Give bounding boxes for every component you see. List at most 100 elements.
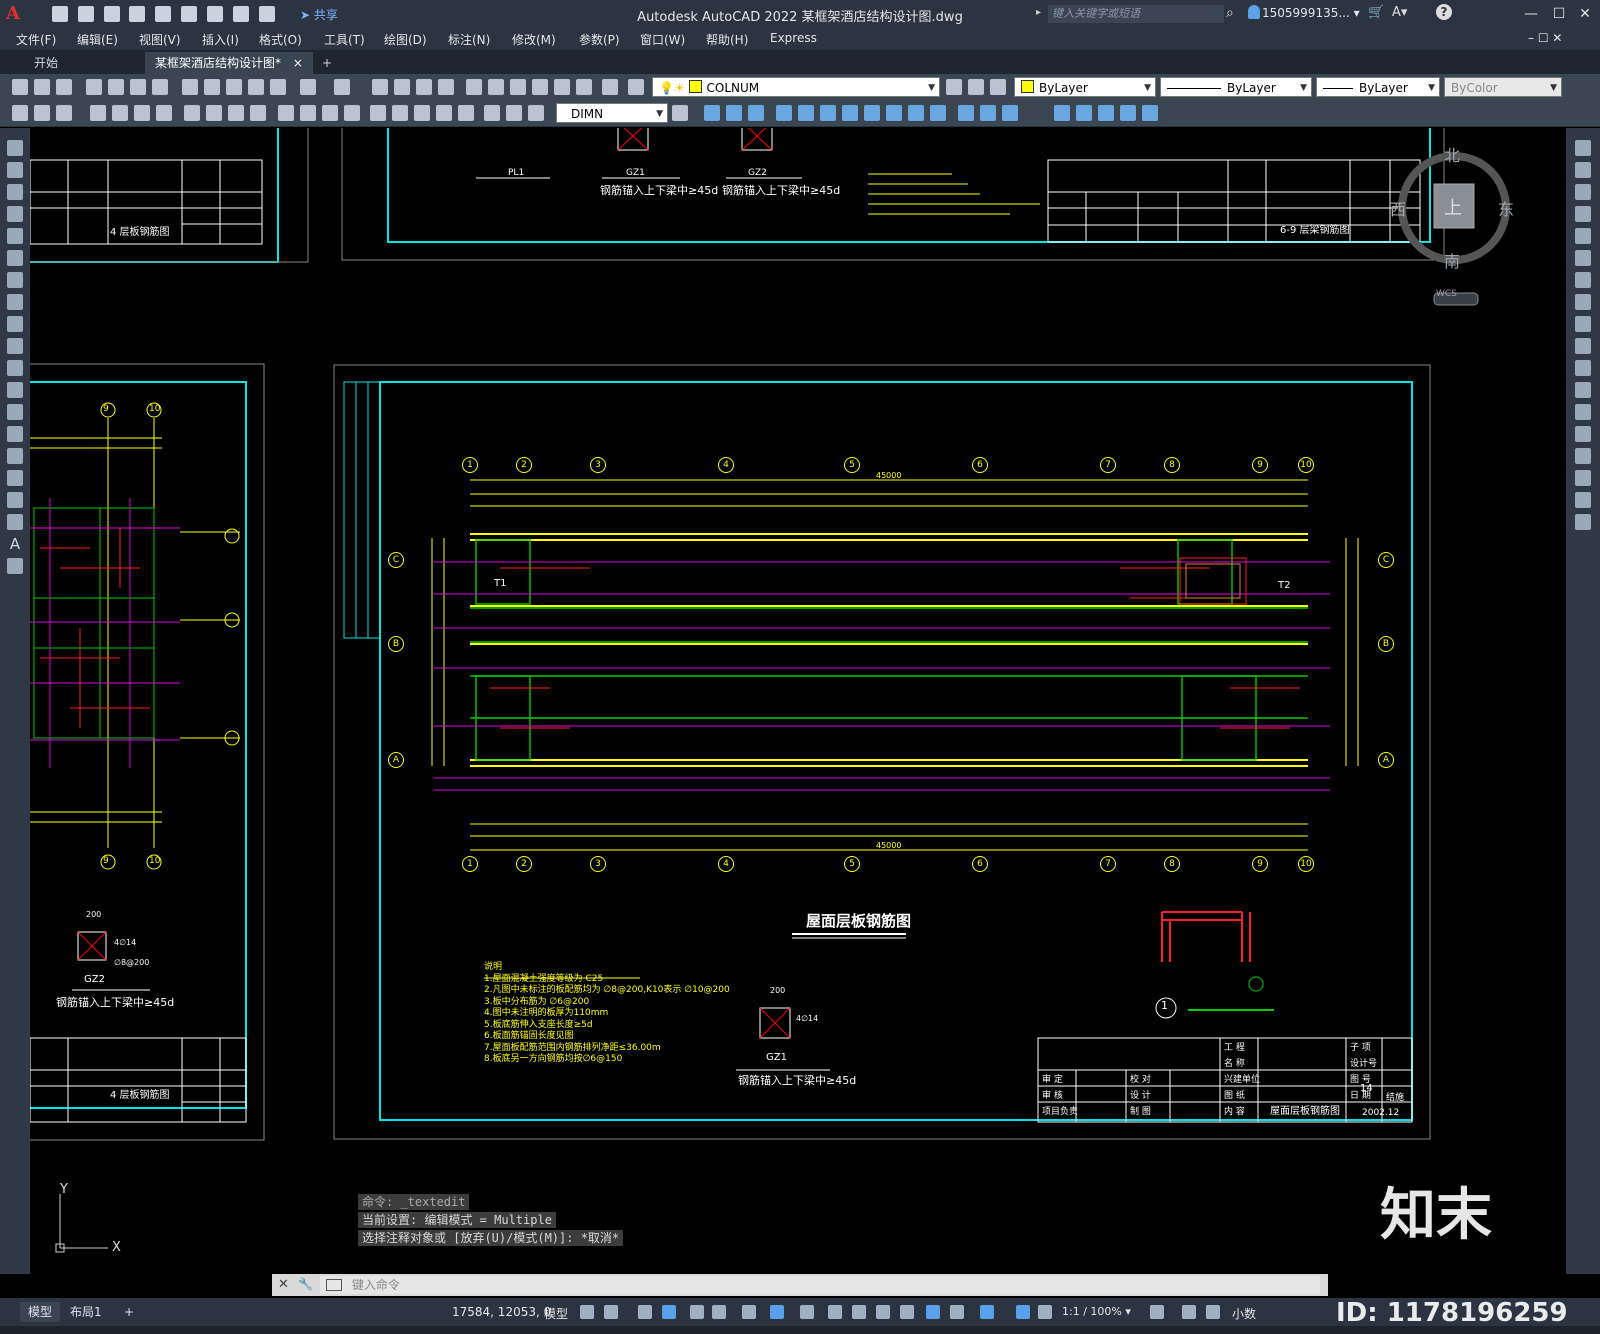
user-icon[interactable] <box>1248 5 1260 19</box>
explode-icon[interactable] <box>1575 514 1591 530</box>
dim-style-manager-icon[interactable] <box>672 105 688 121</box>
grid-icon[interactable] <box>580 1305 594 1319</box>
redo-icon[interactable] <box>334 79 350 95</box>
menu-parametric[interactable]: 参数(P) <box>579 31 620 48</box>
ortho-icon[interactable] <box>690 1305 704 1319</box>
menu-edit[interactable]: 编辑(E) <box>77 31 118 48</box>
annotation-scale[interactable]: 1:1 / 100% ▾ <box>1062 1305 1131 1318</box>
model-space-button[interactable]: 模型 <box>544 1305 568 1322</box>
dynamic-input-icon[interactable] <box>662 1305 676 1319</box>
properties-icon[interactable] <box>466 79 482 95</box>
zoom-previous-icon[interactable] <box>438 79 454 95</box>
line-icon[interactable] <box>7 140 23 156</box>
preview-icon[interactable] <box>108 79 124 95</box>
stretch-icon[interactable] <box>1575 316 1591 332</box>
menu-draw[interactable]: 绘图(D) <box>384 31 427 48</box>
annotation-visibility-icon[interactable] <box>1016 1305 1030 1319</box>
cut-icon[interactable] <box>182 79 198 95</box>
rotate-icon[interactable] <box>776 105 792 121</box>
command-input[interactable]: 键入命令 <box>320 1276 1320 1294</box>
jogged-linear-icon[interactable] <box>458 105 474 121</box>
menu-tools[interactable]: 工具(T) <box>324 31 365 48</box>
customize-icon[interactable]: 🔧 <box>298 1277 313 1291</box>
infer-constraints-icon[interactable] <box>638 1305 652 1319</box>
point-icon[interactable] <box>7 426 23 442</box>
hatch-icon[interactable] <box>56 105 72 121</box>
help-icon[interactable]: ? <box>1436 4 1452 20</box>
scale-icon[interactable] <box>1575 294 1591 310</box>
autoscale-icon[interactable] <box>1038 1305 1052 1319</box>
viewcube-top-face[interactable]: 上 <box>1444 194 1462 220</box>
plotstyle-dropdown[interactable]: ByColor ▼ <box>1444 77 1562 97</box>
3d-print-icon[interactable] <box>152 79 168 95</box>
cart-icon[interactable]: 🛒 <box>1368 5 1384 20</box>
dim-ordinate-icon[interactable] <box>156 105 172 121</box>
drawing-canvas[interactable]: 屋面层板钢筋图 4 层板钢筋图 4 层板钢筋图 6-9 层梁钢筋图 屋面层板钢筋… <box>30 128 1566 1274</box>
extend-icon[interactable] <box>886 105 902 121</box>
dim-jogged-icon[interactable] <box>206 105 222 121</box>
dim-text-edit-icon[interactable] <box>506 105 522 121</box>
region-icon[interactable] <box>7 492 23 508</box>
dynamic-ucs-icon[interactable] <box>926 1305 940 1319</box>
wcs-menu[interactable]: WCS <box>1436 289 1457 299</box>
workspace-gear-icon[interactable] <box>1150 1305 1164 1319</box>
calculator-icon[interactable] <box>576 79 592 95</box>
mirror-icon[interactable] <box>798 105 814 121</box>
polar-icon[interactable] <box>712 1305 726 1319</box>
construction-line-icon[interactable] <box>7 162 23 178</box>
menu-format[interactable]: 格式(O) <box>259 31 302 48</box>
erase-icon[interactable] <box>1076 105 1092 121</box>
isodraft-icon[interactable] <box>742 1305 756 1319</box>
polygon-icon[interactable] <box>7 206 23 222</box>
transparency-icon[interactable] <box>852 1305 866 1319</box>
circle-icon[interactable] <box>7 272 23 288</box>
snap-icon[interactable] <box>604 1305 618 1319</box>
dim-linear-icon[interactable] <box>90 105 106 121</box>
erase-icon[interactable] <box>1575 140 1591 156</box>
qnew-icon[interactable] <box>12 79 28 95</box>
dim-aligned-icon[interactable] <box>112 105 128 121</box>
mtext-icon[interactable]: A <box>7 536 23 552</box>
break-at-point-icon[interactable] <box>1575 382 1591 398</box>
sheet-set-icon[interactable] <box>532 79 548 95</box>
rotate-icon[interactable] <box>1575 272 1591 288</box>
copy-object-icon[interactable] <box>726 105 742 121</box>
open-icon[interactable] <box>34 79 50 95</box>
fillet-icon[interactable] <box>930 105 946 121</box>
help-icon[interactable] <box>602 79 618 95</box>
mirror-icon[interactable] <box>1575 184 1591 200</box>
dim-continue-icon[interactable] <box>322 105 338 121</box>
table-icon[interactable] <box>7 514 23 530</box>
extend-icon[interactable] <box>1575 360 1591 376</box>
3d-osnap-icon[interactable] <box>900 1305 914 1319</box>
selection-filter-icon[interactable] <box>950 1305 964 1319</box>
maximize-icon[interactable]: ☐ <box>1546 4 1572 24</box>
menu-file[interactable]: 文件(F) <box>16 31 56 48</box>
menu-express[interactable]: Express <box>770 31 817 45</box>
pan-icon[interactable] <box>372 79 388 95</box>
dimstyle-dropdown[interactable]: DIMN ▼ <box>556 103 668 123</box>
ellipse-icon[interactable] <box>7 338 23 354</box>
add-layout-button[interactable]: + <box>116 1302 142 1322</box>
move-icon[interactable] <box>1575 250 1591 266</box>
make-block-icon[interactable] <box>34 105 50 121</box>
units-display[interactable]: 小数 <box>1232 1305 1256 1322</box>
break-icon[interactable] <box>1054 105 1070 121</box>
blend-icon[interactable] <box>1575 492 1591 508</box>
markup-icon[interactable] <box>554 79 570 95</box>
minimize-icon[interactable]: — <box>1518 4 1544 24</box>
dim-arc-icon[interactable] <box>134 105 150 121</box>
move-icon[interactable] <box>704 105 720 121</box>
doc-minimize-icon[interactable]: – ☐ ✕ <box>1528 31 1562 45</box>
make-block-icon[interactable] <box>7 404 23 420</box>
plot-icon[interactable] <box>86 79 102 95</box>
spline-icon[interactable] <box>7 316 23 332</box>
polyline-icon[interactable] <box>7 184 23 200</box>
trim-icon[interactable] <box>864 105 880 121</box>
autodesk-app-icon[interactable]: A▾ <box>1392 5 1407 20</box>
linetype-dropdown[interactable]: ByLayer ▼ <box>1160 77 1312 97</box>
pedit-icon[interactable] <box>1098 105 1114 121</box>
dim-edit-icon[interactable] <box>484 105 500 121</box>
gizmo-icon[interactable] <box>980 1305 994 1319</box>
menu-window[interactable]: 窗口(W) <box>640 31 685 48</box>
